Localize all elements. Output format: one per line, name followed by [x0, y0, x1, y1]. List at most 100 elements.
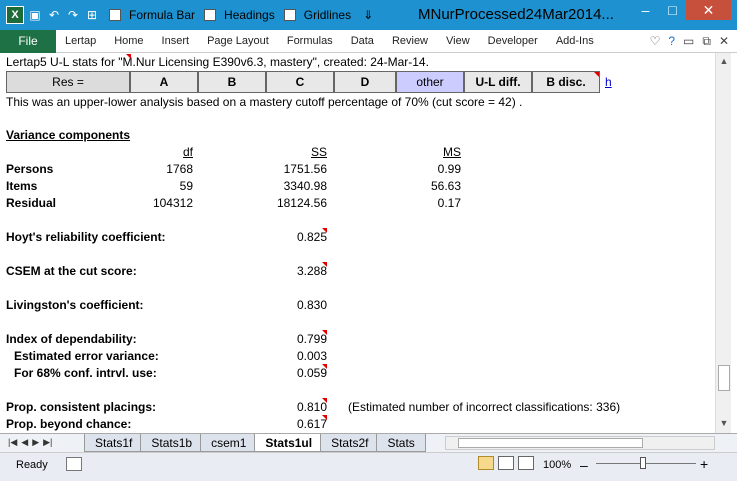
- vertical-scrollbar[interactable]: ▲ ▼: [715, 53, 731, 433]
- window-restore-icon[interactable]: ⧉: [702, 34, 711, 49]
- error-variance-label: Estimated error variance:: [14, 349, 159, 363]
- sheet-tab-navigation: |◀ ◀ ▶ ▶|: [8, 437, 52, 448]
- redo-icon[interactable]: ↷: [65, 7, 81, 23]
- tab-view[interactable]: View: [437, 35, 479, 47]
- headings-checkbox[interactable]: [204, 9, 217, 21]
- excel-logo-icon: X: [6, 6, 24, 24]
- row-residual-ss: 18124.56: [276, 196, 327, 210]
- option-d-button[interactable]: D: [334, 71, 396, 93]
- save-icon[interactable]: ▣: [27, 7, 43, 23]
- sheet-tab-stats[interactable]: Stats: [376, 434, 426, 452]
- report-header: Lertap5 U-L stats for "M.Nur Licensing E…: [6, 55, 429, 69]
- conf-comment-indicator[interactable]: [322, 364, 327, 369]
- sheet-tab-stats1f[interactable]: Stats1f: [84, 434, 144, 452]
- csem-label: CSEM at the cut score:: [6, 264, 137, 278]
- help-link[interactable]: h: [605, 75, 612, 89]
- dependability-value: 0.799: [296, 332, 327, 346]
- tab-developer[interactable]: Developer: [479, 35, 547, 47]
- prev-sheet-icon[interactable]: ◀: [21, 437, 28, 448]
- ribbon-tabs: File Lertap Home Insert Page Layout Form…: [0, 29, 737, 53]
- scroll-up-icon[interactable]: ▲: [716, 53, 732, 69]
- row-persons-df: 1768: [166, 162, 193, 176]
- dependability-label: Index of dependability:: [6, 332, 137, 346]
- layout-icon[interactable]: ⊞: [84, 7, 100, 23]
- b-disc-button[interactable]: B disc.: [532, 71, 600, 93]
- next-sheet-icon[interactable]: ▶: [32, 437, 39, 448]
- option-c-button[interactable]: C: [266, 71, 334, 93]
- window-minimize-icon[interactable]: ▭: [683, 34, 694, 49]
- hoyt-comment-indicator[interactable]: [322, 228, 327, 233]
- undo-icon[interactable]: ↶: [46, 7, 62, 23]
- res-button[interactable]: Res =: [6, 71, 130, 93]
- minimize-button[interactable]: –: [632, 0, 659, 20]
- window-close-icon[interactable]: ✕: [719, 34, 729, 49]
- analysis-button-row: Res = A B C D other U-L diff. B disc. h: [6, 71, 612, 93]
- col-ss-header: SS: [310, 145, 327, 159]
- formula-bar-label: Formula Bar: [129, 8, 196, 22]
- tab-data[interactable]: Data: [342, 35, 383, 47]
- first-sheet-icon[interactable]: |◀: [8, 437, 17, 448]
- row-persons-label: Persons: [6, 162, 54, 176]
- last-sheet-icon[interactable]: ▶|: [43, 437, 52, 448]
- row-residual-label: Residual: [6, 196, 57, 210]
- csem-value: 3.288: [296, 264, 327, 278]
- gridlines-checkbox[interactable]: [283, 9, 296, 21]
- ul-diff-button[interactable]: U-L diff.: [464, 71, 532, 93]
- worksheet-grid: Lertap5 U-L stats for "M.Nur Licensing E…: [6, 53, 713, 433]
- tab-file[interactable]: File: [0, 29, 56, 53]
- scroll-down-icon[interactable]: ▼: [716, 415, 732, 431]
- page-break-view-icon[interactable]: [518, 456, 534, 470]
- row-items-ms: 56.63: [430, 179, 461, 193]
- tab-review[interactable]: Review: [383, 35, 437, 47]
- quick-access-toolbar: X ▣ ↶ ↷ ⊞ Formula Bar Headings Gridlines…: [6, 6, 376, 24]
- comment-indicator[interactable]: [126, 54, 131, 59]
- sheet-tab-stats2f[interactable]: Stats2f: [320, 434, 380, 452]
- report-header-text: Lertap5 U-L stats for "M.Nur Licensing E…: [6, 55, 429, 69]
- csem-comment-indicator[interactable]: [322, 262, 327, 267]
- zoom-level[interactable]: 100%: [543, 459, 571, 471]
- tab-formulas[interactable]: Formulas: [278, 35, 342, 47]
- sheet-tab-stats1ul[interactable]: Stats1ul: [254, 434, 324, 452]
- horizontal-scrollbar[interactable]: [445, 436, 715, 450]
- option-b-button[interactable]: B: [198, 71, 266, 93]
- sheet-tab-stats1b[interactable]: Stats1b: [140, 434, 204, 452]
- variance-title: Variance components: [6, 128, 131, 142]
- zoom-out-icon[interactable]: –: [580, 457, 588, 473]
- tab-lertap[interactable]: Lertap: [56, 35, 105, 47]
- zoom-slider-track[interactable]: [596, 463, 696, 464]
- tab-insert[interactable]: Insert: [153, 35, 199, 47]
- zoom-in-icon[interactable]: +: [700, 456, 708, 472]
- close-button[interactable]: ✕: [686, 0, 731, 20]
- option-a-button[interactable]: A: [130, 71, 198, 93]
- gridlines-label: Gridlines: [303, 8, 352, 22]
- tab-page-layout[interactable]: Page Layout: [198, 35, 278, 47]
- zoom-slider-thumb[interactable]: [640, 457, 646, 469]
- collapse-ribbon-icon[interactable]: ♡: [650, 34, 661, 49]
- chance-comment-indicator[interactable]: [322, 415, 327, 420]
- livingston-value: 0.830: [296, 298, 327, 312]
- customize-qat-icon[interactable]: ⇓: [360, 7, 376, 23]
- placings-comment-indicator[interactable]: [322, 398, 327, 403]
- macro-record-icon[interactable]: [66, 457, 82, 471]
- hoyt-label: Hoyt's reliability coefficient:: [6, 230, 166, 244]
- vertical-scroll-thumb[interactable]: [718, 365, 730, 391]
- other-button[interactable]: other: [396, 71, 464, 93]
- horizontal-scroll-thumb[interactable]: [458, 438, 643, 448]
- normal-view-icon[interactable]: [478, 456, 494, 470]
- sheet-tab-csem1[interactable]: csem1: [200, 434, 258, 452]
- beyond-chance-label: Prop. beyond chance:: [6, 417, 132, 431]
- title-bar: X ▣ ↶ ↷ ⊞ Formula Bar Headings Gridlines…: [0, 0, 737, 30]
- conf-interval-value: 0.059: [296, 366, 327, 380]
- row-residual-df: 104312: [152, 196, 193, 210]
- maximize-button[interactable]: □: [659, 0, 686, 20]
- tab-add-ins[interactable]: Add-Ins: [547, 35, 603, 47]
- tab-home[interactable]: Home: [105, 35, 152, 47]
- window-controls: – □ ✕: [632, 0, 731, 20]
- view-buttons: [478, 456, 534, 470]
- beyond-chance-value: 0.617: [296, 417, 327, 431]
- formula-bar-checkbox[interactable]: [109, 9, 121, 21]
- page-layout-view-icon[interactable]: [498, 456, 514, 470]
- help-icon[interactable]: ?: [668, 34, 675, 49]
- sheet-tab-bar: |◀ ◀ ▶ ▶| Stats1f Stats1b csem1 Stats1ul…: [0, 433, 737, 452]
- dependability-comment-indicator[interactable]: [322, 330, 327, 335]
